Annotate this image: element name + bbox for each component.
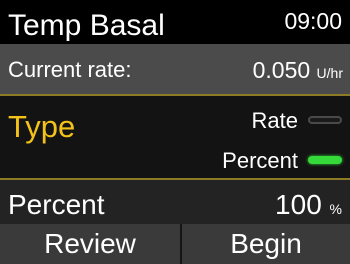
toggle-off-icon bbox=[308, 116, 342, 124]
type-option-percent[interactable]: Percent bbox=[202, 147, 342, 175]
current-rate-value: 0.050 U/hr bbox=[253, 58, 343, 85]
type-option-rate[interactable]: Rate bbox=[202, 107, 342, 135]
toggle-on-icon bbox=[308, 156, 342, 164]
clock-time: 09:00 bbox=[284, 8, 342, 34]
current-rate-row: Current rate: 0.050 U/hr bbox=[0, 44, 350, 94]
current-rate-label: Current rate: bbox=[8, 57, 132, 82]
current-rate-number: 0.050 bbox=[252, 57, 311, 83]
percent-unit: % bbox=[329, 201, 342, 217]
softkey-bar: Review Begin bbox=[0, 224, 350, 264]
page-title: Temp Basal bbox=[8, 9, 165, 42]
percent-label: Percent bbox=[8, 189, 105, 220]
percent-number: 100 bbox=[275, 189, 322, 220]
type-option-percent-label: Percent bbox=[222, 148, 298, 173]
temp-basal-screen: Temp Basal 09:00 Current rate: 0.050 U/h… bbox=[0, 0, 350, 264]
current-rate-unit: U/hr bbox=[316, 65, 343, 81]
type-option-rate-label: Rate bbox=[251, 108, 298, 133]
type-selector[interactable]: Type Rate Percent bbox=[0, 94, 350, 180]
review-button[interactable]: Review bbox=[0, 224, 180, 264]
title-bar: Temp Basal 09:00 bbox=[0, 0, 350, 44]
percent-value: 100 % bbox=[275, 190, 342, 224]
type-label: Type bbox=[8, 109, 76, 144]
percent-row[interactable]: Percent 100 % bbox=[0, 180, 350, 224]
begin-button[interactable]: Begin bbox=[182, 224, 350, 264]
